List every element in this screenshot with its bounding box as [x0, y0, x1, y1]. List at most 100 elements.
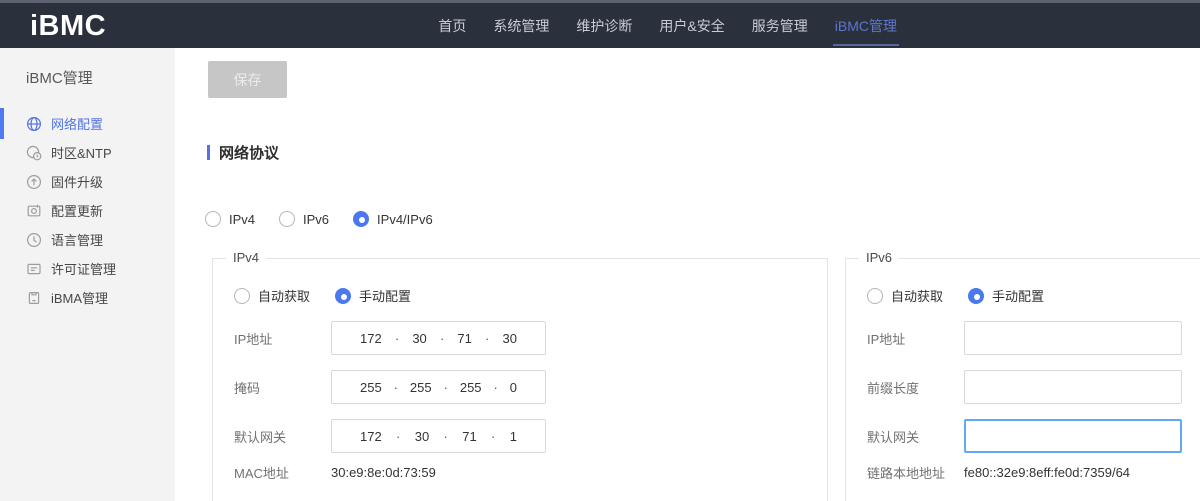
- radio-ipv4-ipv6[interactable]: IPv4/IPv6: [353, 211, 433, 227]
- field-label: IP地址: [234, 329, 331, 348]
- radio-label: IPv4: [229, 212, 255, 227]
- ip-octet: 172: [360, 429, 382, 444]
- ipv6-link-local-row: 链路本地地址 fe80::32e9:8eff:fe0d:7359/64: [867, 463, 1130, 482]
- field-label: 默认网关: [234, 427, 331, 446]
- octet-separator: ·: [491, 429, 495, 444]
- radio-circle-icon: [353, 211, 369, 227]
- nav-item-home[interactable]: 首页: [438, 3, 466, 48]
- sidebar-menu: 网络配置 时区&NTP 固件升级: [0, 109, 175, 312]
- sidebar-item-label: 语言管理: [51, 230, 103, 249]
- sidebar-item-ibma-management[interactable]: iBMA管理: [0, 283, 175, 312]
- field-label: 默认网关: [867, 427, 964, 446]
- ipv4-panel-legend: IPv4: [226, 250, 266, 265]
- sidebar-item-label: 许可证管理: [51, 259, 116, 278]
- ipv4-mac-row: MAC地址 30:e9:8e:0d:73:59: [234, 463, 436, 482]
- ip-octet: 71: [457, 331, 471, 346]
- sidebar-item-label: iBMA管理: [51, 288, 108, 307]
- sidebar-title: iBMC管理: [0, 48, 175, 88]
- octet-separator: ·: [493, 380, 497, 395]
- ipv4-mode-radio-group: 自动获取 手动配置: [234, 286, 411, 305]
- section-header: 网络协议: [207, 142, 279, 163]
- field-label: 前缀长度: [867, 378, 964, 397]
- octet-separator: ·: [395, 331, 399, 346]
- ipv6-gateway-input[interactable]: [964, 419, 1182, 453]
- nav-item-ibmc-management[interactable]: iBMC管理: [835, 3, 897, 48]
- ip-octet: 255: [360, 380, 382, 395]
- ipv6-ip-row: IP地址: [867, 321, 1182, 355]
- ipv4-radio-auto[interactable]: 自动获取: [234, 286, 310, 305]
- radio-circle-icon: [279, 211, 295, 227]
- ipv6-ip-input[interactable]: [964, 321, 1182, 355]
- octet-separator: ·: [440, 331, 444, 346]
- field-label: 掩码: [234, 378, 331, 397]
- ipv6-mode-radio-group: 自动获取 手动配置: [867, 286, 1044, 305]
- ipv4-mask-input[interactable]: 255 · 255 · 255 · 0: [331, 370, 546, 404]
- sidebar: iBMC管理 网络配置 时区&NTP: [0, 48, 175, 501]
- active-tab-underline: [833, 44, 899, 46]
- package-box-icon: [26, 290, 42, 306]
- active-item-indicator: [0, 108, 4, 139]
- ipv4-gateway-input[interactable]: 172 · 30 · 71 · 1: [331, 419, 546, 453]
- ip-octet: 30: [412, 331, 426, 346]
- radio-label: 自动获取: [891, 286, 943, 305]
- top-navbar: iBMC 首页 系统管理 维护诊断 用户&安全 服务管理 iBMC管理: [0, 0, 1200, 48]
- nav-item-label: iBMC管理: [835, 16, 897, 36]
- octet-separator: ·: [485, 331, 489, 346]
- ipv6-panel-legend: IPv6: [859, 250, 899, 265]
- ipv4-ip-input[interactable]: 172 · 30 · 71 · 30: [331, 321, 546, 355]
- ipv4-ip-row: IP地址 172 · 30 · 71 · 30: [234, 321, 546, 355]
- sidebar-item-firmware-upgrade[interactable]: 固件升级: [0, 167, 175, 196]
- radio-ipv6[interactable]: IPv6: [279, 211, 329, 227]
- radio-label: 自动获取: [258, 286, 310, 305]
- radio-circle-icon: [867, 288, 883, 304]
- radio-label: IPv6: [303, 212, 329, 227]
- ipv6-prefix-length-input[interactable]: [964, 370, 1182, 404]
- ipv6-radio-manual[interactable]: 手动配置: [968, 286, 1044, 305]
- save-button[interactable]: 保存: [208, 61, 287, 98]
- nav-item-user-security[interactable]: 用户&安全: [659, 3, 724, 48]
- sidebar-item-language-management[interactable]: 语言管理: [0, 225, 175, 254]
- sidebar-item-label: 配置更新: [51, 201, 103, 220]
- field-label: IP地址: [867, 329, 964, 348]
- main-content: 保存 网络协议 IPv4 IPv6 IPv4/IPv6 IPv4: [175, 48, 1200, 501]
- radio-circle-icon: [968, 288, 984, 304]
- ipv6-panel: IPv6 自动获取 手动配置 IP地址 前缀长度: [845, 258, 1200, 501]
- ipv4-mask-row: 掩码 255 · 255 · 255 · 0: [234, 370, 546, 404]
- nav-item-maintenance-diagnostics[interactable]: 维护诊断: [576, 3, 632, 48]
- ipv6-radio-auto[interactable]: 自动获取: [867, 286, 943, 305]
- ip-octet: 172: [360, 331, 382, 346]
- radio-circle-icon: [234, 288, 250, 304]
- octet-separator: ·: [444, 429, 448, 444]
- ipv4-radio-manual[interactable]: 手动配置: [335, 286, 411, 305]
- ip-octet: 255: [410, 380, 432, 395]
- sidebar-item-label: 时区&NTP: [51, 143, 112, 162]
- sidebar-item-label: 固件升级: [51, 172, 103, 191]
- sidebar-item-label: 网络配置: [51, 114, 103, 133]
- ip-octet: 255: [460, 380, 482, 395]
- field-label: MAC地址: [234, 463, 331, 482]
- sidebar-item-timezone-ntp[interactable]: 时区&NTP: [0, 138, 175, 167]
- field-label: 链路本地地址: [867, 463, 964, 482]
- radio-label: IPv4/IPv6: [377, 212, 433, 227]
- sidebar-item-config-update[interactable]: 配置更新: [0, 196, 175, 225]
- nav-item-service-management[interactable]: 服务管理: [752, 3, 808, 48]
- ipv4-panel: IPv4 自动获取 手动配置 IP地址 172 ·: [212, 258, 828, 501]
- protocol-radio-group: IPv4 IPv6 IPv4/IPv6: [205, 211, 433, 227]
- app-logo[interactable]: iBMC: [30, 5, 106, 48]
- sidebar-item-license-management[interactable]: 许可证管理: [0, 254, 175, 283]
- sidebar-item-network-config[interactable]: 网络配置: [0, 109, 175, 138]
- octet-separator: ·: [394, 380, 398, 395]
- protocol-panels: IPv4 自动获取 手动配置 IP地址 172 ·: [212, 258, 1200, 501]
- nav-item-system-management[interactable]: 系统管理: [493, 3, 549, 48]
- config-update-icon: [26, 203, 42, 219]
- radio-circle-icon: [205, 211, 221, 227]
- octet-separator: ·: [444, 380, 448, 395]
- timezone-clock-icon: [26, 145, 42, 161]
- globe-icon: [26, 116, 42, 132]
- link-local-address-value: fe80::32e9:8eff:fe0d:7359/64: [964, 465, 1130, 480]
- upload-circle-icon: [26, 174, 42, 190]
- radio-ipv4[interactable]: IPv4: [205, 211, 255, 227]
- ipv6-gateway-row: 默认网关: [867, 419, 1182, 453]
- section-title: 网络协议: [219, 142, 279, 163]
- section-accent-bar: [207, 145, 210, 160]
